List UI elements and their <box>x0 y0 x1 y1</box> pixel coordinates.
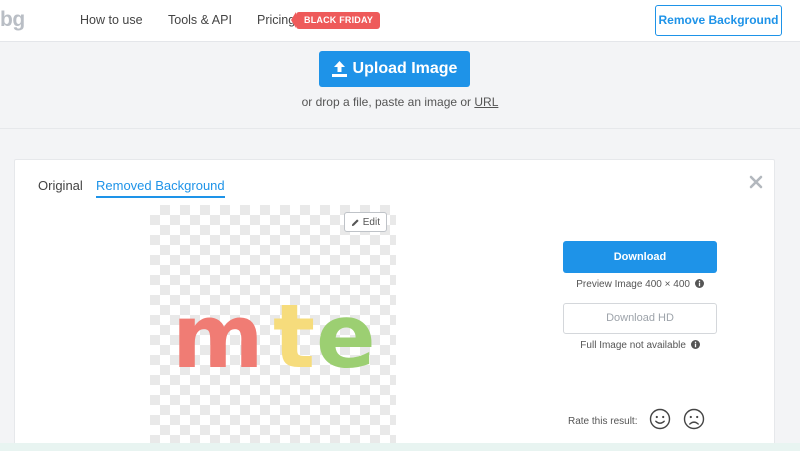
result-card: Original Removed Background m t e Edit D… <box>14 159 775 451</box>
top-header: bg How to use Tools & API Pricing BLACK … <box>0 0 800 42</box>
black-friday-badge[interactable]: BLACK FRIDAY <box>290 12 381 29</box>
preview-size-text: Preview Image 400 × 400 <box>576 279 690 290</box>
result-preview-image: m t e Edit <box>150 205 396 451</box>
preview-size-info: Preview Image 400 × 400 <box>563 279 717 290</box>
nav-how-to-use[interactable]: How to use <box>80 13 143 27</box>
url-link[interactable]: URL <box>474 95 498 109</box>
nav-tools-api[interactable]: Tools & API <box>168 13 232 27</box>
pencil-icon <box>351 218 359 226</box>
upload-button-label: Upload Image <box>352 60 458 77</box>
upload-image-button[interactable]: Upload Image <box>319 51 470 87</box>
section-divider <box>0 128 800 129</box>
frown-icon[interactable] <box>683 408 705 430</box>
download-button[interactable]: Download <box>563 241 717 273</box>
preview-letters: m t e <box>172 285 376 388</box>
preview-letter-m: m <box>172 285 264 388</box>
full-image-text: Full Image not available <box>580 340 686 351</box>
smile-icon[interactable] <box>649 408 671 430</box>
logo[interactable]: bg <box>0 8 25 32</box>
nav-pricing[interactable]: Pricing <box>257 13 295 27</box>
tab-removed-background[interactable]: Removed Background <box>96 178 225 198</box>
full-image-info: Full Image not available <box>563 340 717 351</box>
preview-letter-t: t <box>273 285 315 388</box>
edit-button[interactable]: Edit <box>343 212 387 232</box>
close-icon[interactable] <box>749 175 763 189</box>
drop-text: or drop a file, paste an image or <box>301 95 475 109</box>
preview-letter-e: e <box>316 285 376 388</box>
info-icon[interactable] <box>690 340 700 349</box>
remove-background-button[interactable]: Remove Background <box>655 5 782 36</box>
bottom-strip <box>0 443 800 451</box>
edit-label: Edit <box>362 216 380 228</box>
info-icon[interactable] <box>694 279 704 288</box>
tab-original[interactable]: Original <box>38 178 83 193</box>
drop-instructions: or drop a file, paste an image or URL <box>0 95 800 109</box>
upload-icon <box>331 61 347 77</box>
download-hd-button[interactable]: Download HD <box>563 303 717 334</box>
rate-label: Rate this result: <box>568 416 638 427</box>
